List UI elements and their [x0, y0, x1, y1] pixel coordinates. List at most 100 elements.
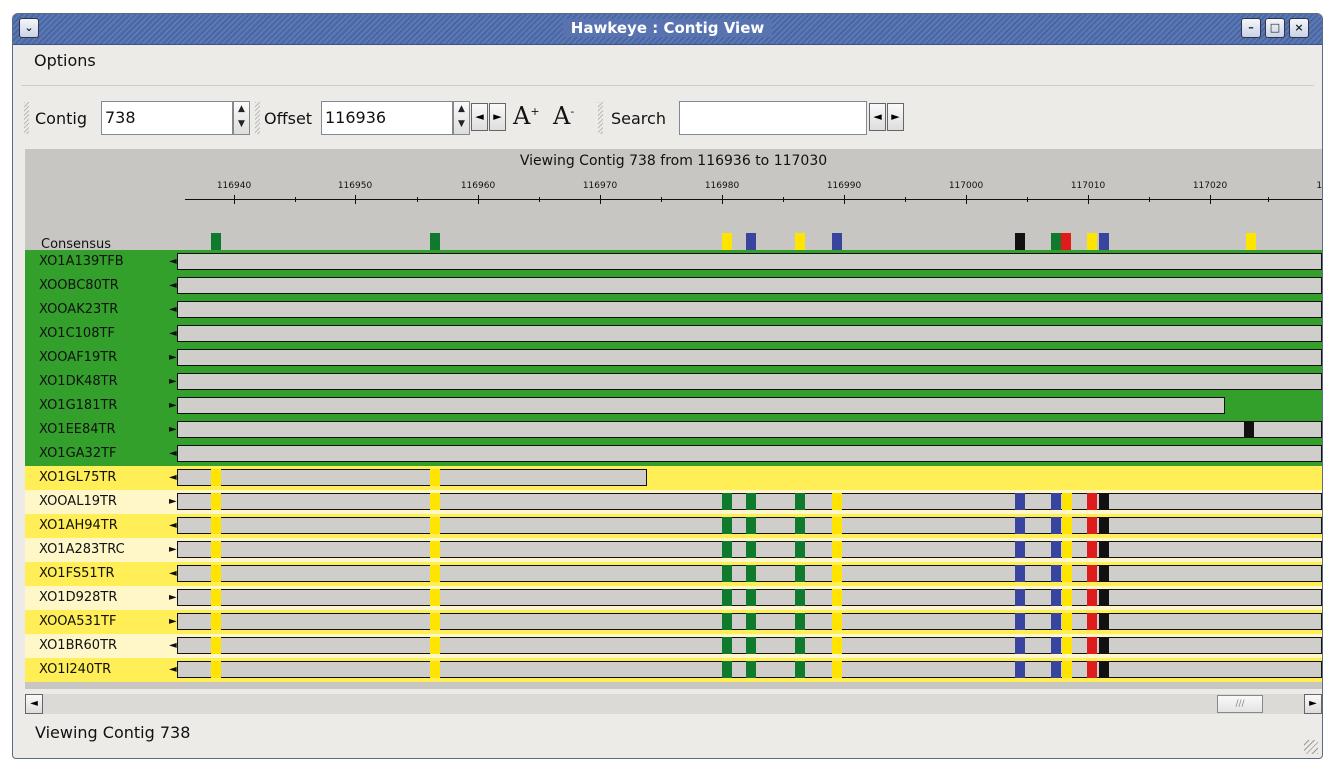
read-variant-mark[interactable] [1062, 493, 1072, 510]
read-variant-mark[interactable] [430, 493, 440, 510]
read-variant-mark[interactable] [1015, 637, 1025, 654]
read-name[interactable]: XO1A283TRC [25, 538, 170, 562]
read-variant-mark[interactable] [430, 541, 440, 558]
read-variant-mark[interactable] [1051, 589, 1061, 606]
read-variant-mark[interactable] [430, 637, 440, 654]
read-name[interactable]: XO1DK48TR [25, 370, 170, 394]
read-variant-mark[interactable] [1051, 565, 1061, 582]
read-variant-mark[interactable] [430, 517, 440, 534]
read-variant-mark[interactable] [722, 517, 732, 534]
horizontal-scrollbar[interactable]: ◄ /// ► [25, 694, 1322, 714]
minimize-button[interactable]: – [1241, 18, 1261, 38]
read-variant-mark[interactable] [211, 613, 221, 630]
read-name[interactable]: XOOAK23TR [25, 298, 170, 322]
read-row[interactable]: XO1GA32TF ◄ [25, 442, 1322, 466]
resize-grip-icon[interactable] [1304, 740, 1318, 754]
read-row[interactable]: XOOAL19TR ► [25, 490, 1322, 514]
read-variant-mark[interactable] [1051, 661, 1061, 678]
read-variant-mark[interactable] [795, 637, 805, 654]
read-name[interactable]: XO1AH94TR [25, 514, 170, 538]
read-variant-mark[interactable] [1015, 613, 1025, 630]
read-variant-mark[interactable] [795, 517, 805, 534]
read-row[interactable]: XO1A139TFB ◄ [25, 250, 1322, 274]
read-variant-mark[interactable] [1015, 589, 1025, 606]
toolbar-grip[interactable] [598, 102, 603, 134]
maximize-button[interactable]: □ [1265, 18, 1285, 38]
read-variant-mark[interactable] [722, 661, 732, 678]
read-variant-mark[interactable] [430, 565, 440, 582]
scroll-right-button[interactable]: ► [1304, 694, 1322, 714]
read-variant-mark[interactable] [1015, 541, 1025, 558]
read-variant-mark[interactable] [1015, 565, 1025, 582]
read-variant-mark[interactable] [795, 493, 805, 510]
read-row[interactable]: XO1BR60TR ◄ [25, 634, 1322, 658]
read-variant-mark[interactable] [1099, 637, 1109, 654]
read-alignment-bar[interactable] [177, 397, 1225, 414]
toolbar-grip[interactable] [24, 102, 29, 134]
read-row[interactable]: XO1I240TR ◄ [25, 658, 1322, 682]
close-button[interactable]: × [1289, 18, 1309, 38]
read-alignment-bar[interactable] [177, 373, 1322, 390]
search-input[interactable] [679, 101, 867, 135]
toolbar-grip[interactable] [255, 102, 260, 134]
read-variant-mark[interactable] [1015, 517, 1025, 534]
read-variant-mark[interactable] [1087, 517, 1097, 534]
read-name[interactable]: XO1GL75TR [25, 466, 170, 490]
read-variant-mark[interactable] [1244, 421, 1254, 438]
read-variant-mark[interactable] [722, 493, 732, 510]
read-row[interactable]: XOOAK23TR ◄ [25, 298, 1322, 322]
read-name[interactable]: XOOAF19TR [25, 346, 170, 370]
read-variant-mark[interactable] [1062, 541, 1072, 558]
contig-field[interactable]: 738 [101, 101, 233, 135]
read-variant-mark[interactable] [722, 565, 732, 582]
read-row[interactable]: XO1AH94TR ◄ [25, 514, 1322, 538]
read-variant-mark[interactable] [430, 613, 440, 630]
scroll-left-button[interactable]: ◄ [25, 694, 43, 714]
read-variant-mark[interactable] [746, 589, 756, 606]
title-bar[interactable]: ⌄ Hawkeye : Contig View – □ × [13, 14, 1322, 45]
read-name[interactable]: XO1G181TR [25, 394, 170, 418]
menu-options[interactable]: Options [34, 51, 96, 70]
read-name[interactable]: XO1D928TR [25, 586, 170, 610]
read-variant-mark[interactable] [1062, 565, 1072, 582]
offset-stepper[interactable]: ▲ ▼ [453, 101, 470, 135]
read-variant-mark[interactable] [722, 613, 732, 630]
read-name[interactable]: XO1EE84TR [25, 418, 170, 442]
read-alignment-bar[interactable] [177, 301, 1322, 318]
read-variant-mark[interactable] [211, 493, 221, 510]
read-variant-mark[interactable] [1051, 517, 1061, 534]
read-variant-mark[interactable] [746, 613, 756, 630]
read-alignment-bar[interactable] [177, 469, 647, 486]
read-row[interactable]: XO1C108TF ◄ [25, 322, 1322, 346]
read-variant-mark[interactable] [832, 589, 842, 606]
read-variant-mark[interactable] [1062, 661, 1072, 678]
read-name[interactable]: XOOBC80TR [25, 274, 170, 298]
read-variant-mark[interactable] [1015, 661, 1025, 678]
read-variant-mark[interactable] [832, 493, 842, 510]
read-variant-mark[interactable] [746, 541, 756, 558]
read-variant-mark[interactable] [1099, 517, 1109, 534]
read-row[interactable]: XOOA531TF ► [25, 610, 1322, 634]
read-variant-mark[interactable] [1099, 613, 1109, 630]
read-name[interactable]: XO1FS51TR [25, 562, 170, 586]
read-variant-mark[interactable] [832, 613, 842, 630]
read-row[interactable]: XO1DK48TR ► [25, 370, 1322, 394]
read-name[interactable]: XOOAL19TR [25, 490, 170, 514]
read-variant-mark[interactable] [1062, 517, 1072, 534]
read-variant-mark[interactable] [1051, 541, 1061, 558]
read-variant-mark[interactable] [795, 661, 805, 678]
read-variant-mark[interactable] [1099, 661, 1109, 678]
read-variant-mark[interactable] [211, 469, 221, 486]
read-variant-mark[interactable] [1062, 637, 1072, 654]
read-name[interactable]: XO1C108TF [25, 322, 170, 346]
read-variant-mark[interactable] [795, 565, 805, 582]
read-variant-mark[interactable] [430, 589, 440, 606]
read-variant-mark[interactable] [1062, 589, 1072, 606]
read-name[interactable]: XOOA531TF [25, 610, 170, 634]
read-variant-mark[interactable] [746, 661, 756, 678]
read-variant-mark[interactable] [832, 517, 842, 534]
read-variant-mark[interactable] [430, 469, 440, 486]
font-increase-button[interactable]: A+ [513, 102, 540, 130]
contig-stepper[interactable]: ▲ ▼ [233, 101, 250, 135]
offset-field[interactable]: 116936 [321, 101, 453, 135]
